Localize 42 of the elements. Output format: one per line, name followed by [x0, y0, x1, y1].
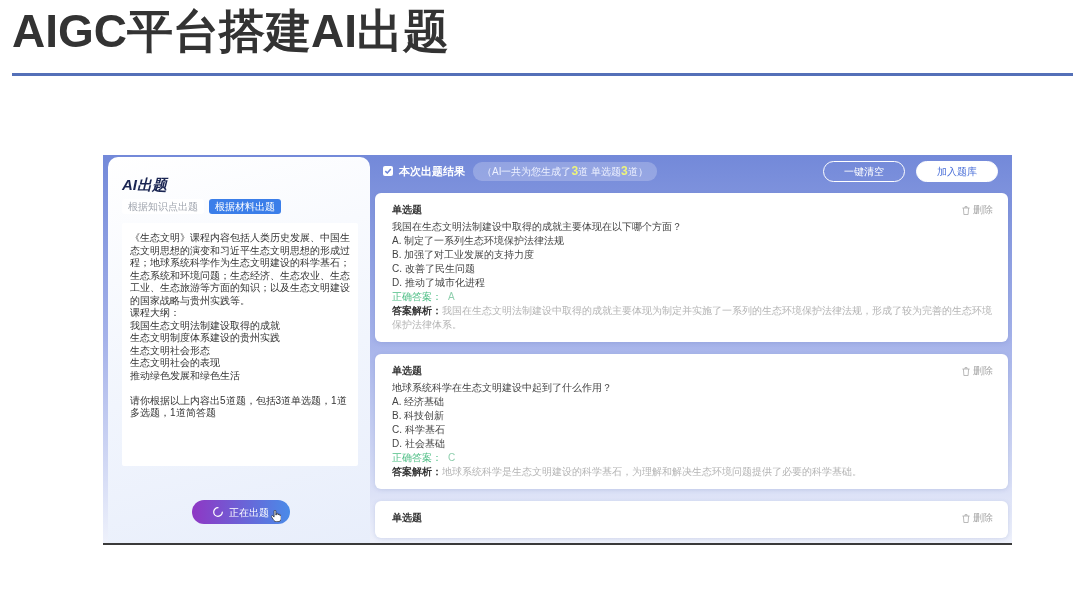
option-text: C. 改善了民生问题 [392, 262, 476, 276]
option-text: A. 经济基础 [392, 395, 446, 409]
option-text: B. 加强了对工业发展的支持力度 [392, 248, 536, 262]
slide-title: AIGC平台搭建AI出题 [12, 8, 449, 54]
material-text-line: 生态文明社会形态 [130, 344, 211, 357]
logo-text: AI出题 [122, 177, 167, 193]
material-text-line: 我国生态文明法制建设取得的成就 [130, 319, 281, 332]
material-text-line: 推动绿色发展和绿色生活 [130, 369, 241, 382]
trash-icon [962, 366, 970, 376]
trash-icon [962, 205, 970, 215]
material-text-line: 课程大纲： [130, 307, 181, 320]
add-to-bank-button[interactable]: 加入题库 [916, 160, 998, 182]
question-text: 我国在生态文明法制建设中取得的成就主要体现在以下哪个方面？ [392, 220, 683, 234]
answer-label: 正确答案： [392, 290, 442, 304]
answer-value: A [448, 290, 455, 304]
option-text: A. 制定了一系列生态环境保护法律法规 [392, 234, 566, 248]
material-text-line: 生态文明制度体系建设的贵州实践 [130, 332, 281, 345]
option-text: D. 推动了城市化进程 [392, 276, 486, 290]
generate-button[interactable]: 正在出题 [192, 500, 290, 524]
option-text: D. 社会基础 [392, 437, 446, 451]
material-text-line: 生态文明社会的表现 [130, 357, 221, 370]
material-text-line: 请你根据以上内容出5道题，包括3道单选题，1道多选题，1道简答题 [130, 394, 348, 420]
mode-tab[interactable]: 根据知识点出题 [122, 199, 204, 214]
option-text: B. 科技创新 [392, 409, 446, 423]
question-text: 地球系统科学在生态文明建设中起到了什么作用？ [392, 381, 613, 395]
question-type: 单选题 [392, 511, 422, 525]
trash-icon [962, 513, 970, 523]
answer-label: 正确答案： [392, 451, 442, 465]
checkbox-icon[interactable] [383, 166, 393, 176]
question-type: 单选题 [392, 203, 422, 217]
material-text-line: 《生态文明》课程内容包括人类历史发展、中国生态文明思想的演变和习近平生态文明思想的形成过程；地球系统科学作为生态文明建设的科学基石；生态系统和环境问题；生态经济、生态农业、生态工业、生态旅游等方面的知识；以及生态文明建设的国家战略与贵州实践等。 [130, 232, 350, 307]
mode-tab[interactable]: 根据材料出题 [209, 199, 281, 214]
hand-cursor-icon [271, 510, 281, 522]
generation-summary: （AI一共为您生成了3道 单选题3道） [473, 161, 657, 181]
delete-button[interactable]: 删除 [962, 203, 993, 217]
option-text: C. 科学基石 [392, 423, 446, 437]
question-type: 单选题 [392, 364, 422, 378]
results-title: 本次出题结果 [399, 163, 465, 179]
delete-button[interactable]: 删除 [962, 364, 993, 378]
delete-button[interactable]: 删除 [962, 511, 993, 525]
answer-value: C [448, 451, 456, 465]
answer-explanation: 答案解析：地球系统科学是生态文明建设的科学基石，为理解和解决生态环境问题提供了必要的科学基础。 [392, 465, 863, 479]
